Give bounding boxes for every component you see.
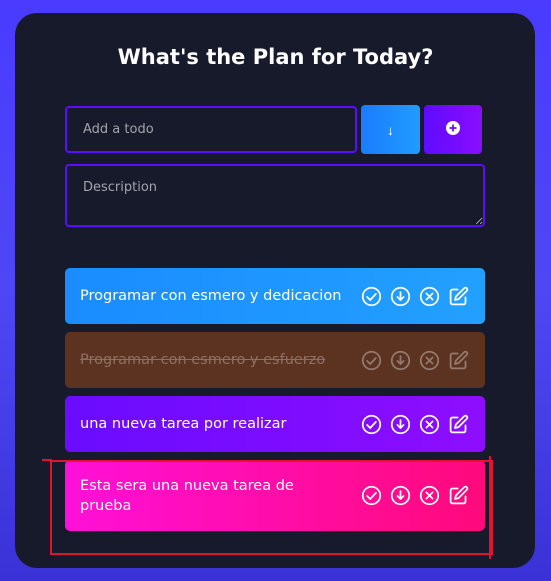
- todo-text[interactable]: Programar con esmero y esfuerzo: [80, 350, 325, 370]
- check-circle-icon[interactable]: [360, 349, 382, 371]
- check-circle-icon[interactable]: [360, 285, 382, 307]
- highlight-annotation-edge: [42, 459, 52, 461]
- highlight-annotation-edge: [489, 456, 491, 559]
- x-circle-icon[interactable]: [418, 413, 440, 435]
- todo-actions: [360, 413, 469, 435]
- todo-actions: [360, 485, 469, 507]
- edit-icon[interactable]: [447, 413, 469, 435]
- edit-icon[interactable]: [447, 349, 469, 371]
- check-circle-icon[interactable]: [360, 485, 382, 507]
- description-input[interactable]: [65, 164, 485, 227]
- todo-actions: [360, 349, 469, 371]
- download-circle-icon[interactable]: [389, 485, 411, 507]
- todo-item-completed: Programar con esmero y esfuerzo: [65, 332, 485, 388]
- todo-text[interactable]: Esta sera una nueva tarea de prueba: [80, 476, 345, 516]
- edit-icon[interactable]: [447, 485, 469, 507]
- page-title: What's the Plan for Today?: [117, 45, 434, 69]
- todo-actions: [360, 285, 469, 307]
- download-circle-icon[interactable]: [389, 349, 411, 371]
- download-circle-icon[interactable]: [389, 285, 411, 307]
- x-circle-icon[interactable]: [418, 485, 440, 507]
- x-circle-icon[interactable]: [418, 349, 440, 371]
- sort-button[interactable]: ↓: [361, 105, 420, 154]
- add-todo-button[interactable]: [424, 105, 482, 154]
- todo-item: Programar con esmero y dedicacion: [65, 268, 485, 324]
- edit-icon[interactable]: [447, 285, 469, 307]
- todo-text[interactable]: una nueva tarea por realizar: [80, 414, 287, 434]
- arrow-down-icon: ↓: [387, 121, 394, 138]
- todo-item: una nueva tarea por realizar: [65, 396, 485, 452]
- check-circle-icon[interactable]: [360, 413, 382, 435]
- todo-text[interactable]: Programar con esmero y dedicacion: [80, 286, 341, 306]
- x-circle-icon[interactable]: [418, 285, 440, 307]
- download-circle-icon[interactable]: [389, 413, 411, 435]
- todo-item: Esta sera una nueva tarea de prueba: [65, 460, 485, 531]
- todo-input[interactable]: [65, 106, 357, 153]
- plus-circle-icon: [446, 121, 460, 138]
